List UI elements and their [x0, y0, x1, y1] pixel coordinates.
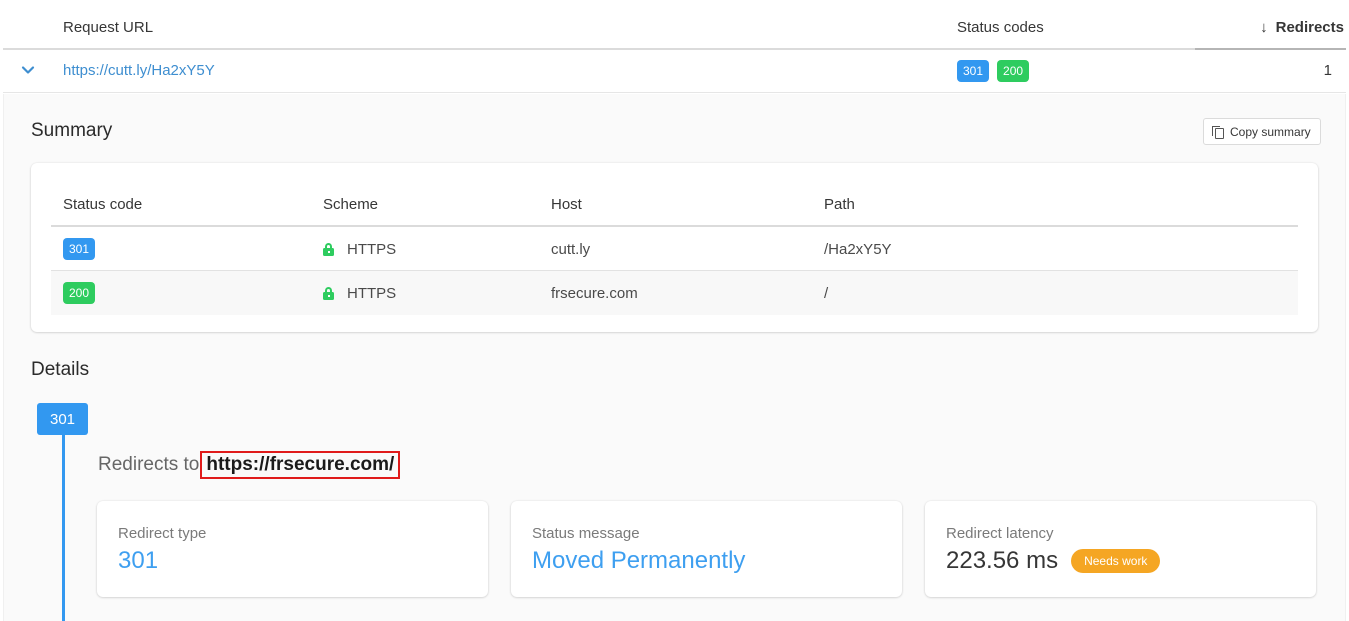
column-header-path: Path	[824, 196, 855, 213]
metric-label: Redirect latency	[946, 525, 1054, 542]
lock-icon	[323, 242, 334, 256]
summary-table: Status code Scheme Host Path 301 HTTPS c…	[51, 185, 1298, 315]
copy-icon	[1212, 125, 1224, 139]
arrow-down-icon: ↓	[1260, 19, 1268, 36]
redirects-to-label: Redirects to	[98, 454, 200, 475]
redirect-count: 1	[1323, 62, 1332, 79]
scheme-cell: HTTPS	[323, 227, 396, 271]
column-header-redirects-label: Redirects	[1275, 19, 1344, 36]
metric-label: Redirect type	[118, 525, 207, 542]
status-badge-200: 200	[997, 60, 1030, 82]
scheme-text: HTTPS	[347, 284, 397, 302]
scheme-text: HTTPS	[347, 240, 397, 258]
column-header-request-url[interactable]: Request URL	[63, 19, 153, 36]
details-title: Details	[31, 359, 90, 380]
copy-summary-button[interactable]: Copy summary	[1203, 118, 1321, 145]
request-url-link[interactable]: https://cutt.ly/Ha2xY5Y	[63, 62, 215, 79]
metric-value: 301	[118, 547, 159, 574]
status-codes: 301 200	[957, 60, 1030, 82]
redirects-to: Redirects to https://frsecure.com/	[98, 451, 401, 479]
status-badge-200: 200	[63, 282, 96, 304]
scheme-cell: HTTPS	[323, 271, 396, 315]
lock-icon	[323, 286, 334, 300]
timeline-line	[62, 435, 65, 621]
host-cell: frsecure.com	[551, 284, 638, 302]
results-table-header: Request URL Status codes ↓ Redirects	[3, 0, 1346, 50]
status-badge-301: 301	[63, 238, 96, 260]
path-cell: /Ha2xY5Y	[824, 240, 892, 258]
column-header-status-codes[interactable]: Status codes	[957, 19, 1044, 36]
column-header-status-code: Status code	[63, 196, 143, 213]
path-cell: /	[824, 284, 829, 302]
metric-card-redirect-latency: Redirect latency 223.56 ms Needs work	[925, 501, 1316, 597]
metric-value-row: 223.56 ms Needs work	[946, 547, 1161, 575]
latency-rating-badge: Needs work	[1071, 549, 1161, 573]
summary-card: Status code Scheme Host Path 301 HTTPS c…	[31, 163, 1318, 332]
copy-summary-label: Copy summary	[1230, 124, 1311, 139]
metric-value: Moved Permanently	[532, 547, 746, 574]
summary-title: Summary	[31, 120, 113, 141]
column-header-scheme: Scheme	[323, 196, 379, 213]
status-cell: 301	[63, 227, 96, 271]
redirect-target-url[interactable]: https://frsecure.com/	[200, 451, 401, 479]
summary-row: 200 HTTPS frsecure.com /	[51, 271, 1298, 315]
column-header-redirects[interactable]: ↓ Redirects	[1260, 19, 1344, 36]
table-row[interactable]: https://cutt.ly/Ha2xY5Y 301 200 1	[3, 50, 1346, 93]
metric-card-redirect-type: Redirect type 301	[97, 501, 488, 597]
timeline-status-badge: 301	[37, 403, 88, 435]
metric-label: Status message	[532, 525, 640, 542]
chevron-down-icon[interactable]	[20, 62, 36, 78]
metric-value: 223.56 ms	[946, 547, 1059, 574]
expanded-details-panel: Summary Copy summary Status code Scheme …	[3, 94, 1346, 621]
column-header-host: Host	[551, 196, 582, 213]
summary-row: 301 HTTPS cutt.ly /Ha2xY5Y	[51, 227, 1298, 271]
status-badge-301: 301	[957, 60, 990, 82]
metric-card-status-message: Status message Moved Permanently	[511, 501, 902, 597]
summary-table-header: Status code Scheme Host Path	[51, 185, 1298, 227]
status-cell: 200	[63, 271, 96, 315]
host-cell: cutt.ly	[551, 240, 591, 258]
